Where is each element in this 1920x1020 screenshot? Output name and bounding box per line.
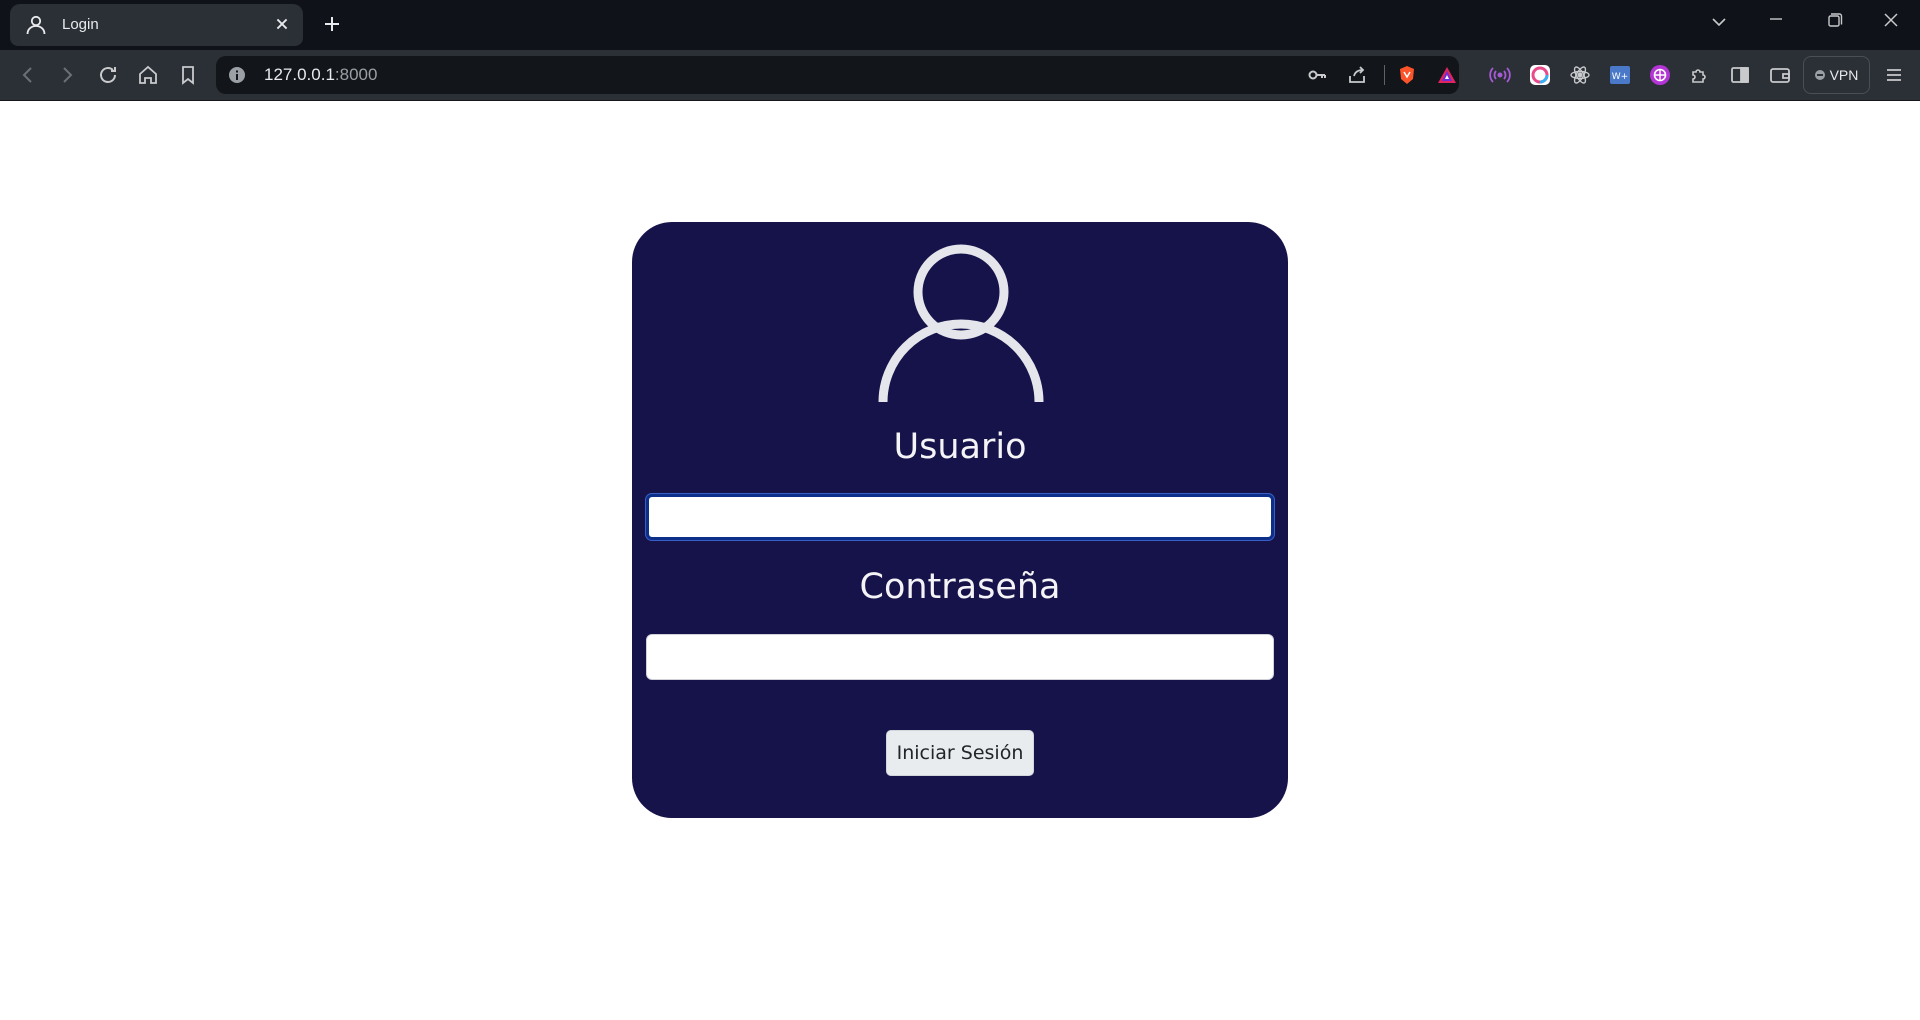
username-input[interactable] <box>646 494 1274 540</box>
vpn-status-icon <box>1814 70 1825 80</box>
close-tab-icon[interactable] <box>271 13 293 35</box>
radio-waves-icon[interactable] <box>1488 63 1512 87</box>
brave-rewards-icon[interactable] <box>1436 64 1458 86</box>
restore-icon[interactable] <box>1818 8 1850 36</box>
user-avatar-icon <box>878 244 1044 402</box>
svg-text:W+: W+ <box>1612 72 1628 82</box>
menu-icon[interactable] <box>1882 63 1906 87</box>
chevron-down-icon[interactable] <box>1703 8 1735 36</box>
wallet-icon[interactable] <box>1768 63 1792 87</box>
url-port: :8000 <box>334 65 378 84</box>
browser-toolbar: 127.0.0.1:8000 W+ VPN <box>0 50 1920 101</box>
address-bar[interactable]: 127.0.0.1:8000 <box>216 56 1459 94</box>
color-ring-icon[interactable] <box>1528 63 1552 87</box>
url-host: 127.0.0.1 <box>264 65 335 84</box>
globe-extension-icon[interactable] <box>1648 63 1672 87</box>
login-card: Usuario Contraseña Iniciar Sesión <box>632 222 1288 818</box>
key-icon[interactable] <box>1306 64 1328 86</box>
share-icon[interactable] <box>1346 64 1368 86</box>
puzzle-icon[interactable] <box>1688 63 1712 87</box>
close-window-icon[interactable] <box>1875 8 1907 36</box>
tab-login[interactable]: Login <box>10 4 303 46</box>
bookmark-icon[interactable] <box>176 63 200 87</box>
vpn-button[interactable]: VPN <box>1803 56 1870 94</box>
tab-strip: Login <box>0 0 1920 50</box>
password-label: Contraseña <box>859 567 1061 607</box>
user-icon <box>26 15 46 35</box>
login-button[interactable]: Iniciar Sesión <box>886 730 1034 776</box>
react-devtools-icon[interactable] <box>1568 63 1592 87</box>
reload-icon[interactable] <box>96 63 120 87</box>
tab-title: Login <box>62 16 99 33</box>
home-icon[interactable] <box>136 63 160 87</box>
minimize-icon[interactable] <box>1760 8 1792 36</box>
forward-icon[interactable] <box>55 63 79 87</box>
url-text: 127.0.0.1:8000 <box>264 65 377 85</box>
username-label: Usuario <box>893 427 1027 467</box>
vpn-label: VPN <box>1829 67 1859 83</box>
omnibox-separator <box>1384 65 1385 85</box>
info-icon[interactable] <box>228 66 246 84</box>
new-tab-icon[interactable] <box>320 12 344 36</box>
password-input[interactable] <box>646 634 1274 680</box>
sidebar-icon[interactable] <box>1728 63 1752 87</box>
brave-shield-icon[interactable] <box>1396 64 1418 86</box>
back-icon[interactable] <box>16 63 40 87</box>
word-extension-icon[interactable]: W+ <box>1608 63 1632 87</box>
